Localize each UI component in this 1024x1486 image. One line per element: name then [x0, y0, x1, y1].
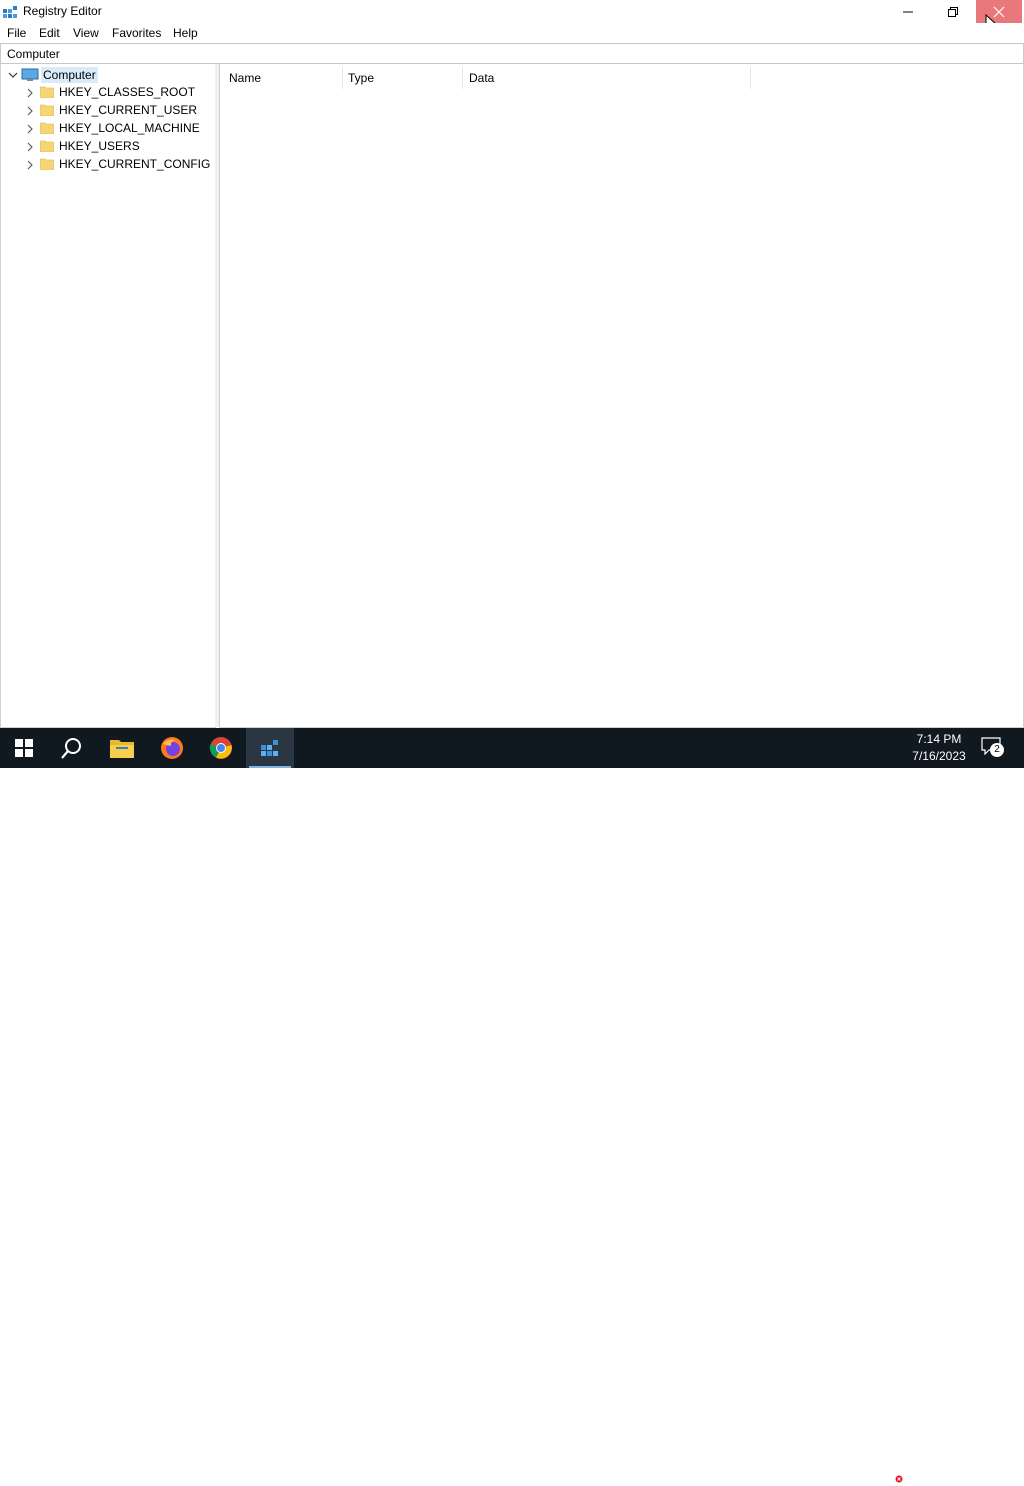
- menu-file[interactable]: File: [7, 26, 26, 40]
- column-header-type[interactable]: Type: [343, 64, 462, 90]
- chevron-right-icon[interactable]: [25, 142, 35, 152]
- firefox-button[interactable]: [148, 728, 196, 768]
- menu-help[interactable]: Help: [173, 26, 198, 40]
- windows-start-icon: [15, 739, 33, 757]
- file-explorer-button[interactable]: [98, 728, 146, 768]
- computer-icon: [21, 68, 39, 81]
- column-divider[interactable]: [750, 67, 751, 89]
- volume-muted-icon: [886, 1469, 903, 1483]
- search-button[interactable]: [48, 728, 96, 768]
- network-button[interactable]: [862, 1466, 880, 1486]
- action-center-button[interactable]: 2: [981, 737, 1005, 759]
- tree-node-hkey-users[interactable]: HKEY_USERS: [59, 139, 140, 153]
- registry-editor-icon: [261, 740, 278, 756]
- chevron-down-icon[interactable]: [8, 70, 18, 80]
- address-text: Computer: [7, 47, 60, 61]
- chevron-right-icon[interactable]: [25, 124, 35, 134]
- column-header-label: Name: [229, 71, 262, 85]
- chrome-icon: [209, 737, 232, 759]
- volume-button[interactable]: [886, 1466, 904, 1486]
- folder-icon: [40, 158, 54, 170]
- column-header-name[interactable]: Name: [220, 64, 342, 90]
- tree-node-hkey-local-machine[interactable]: HKEY_LOCAL_MACHINE: [59, 121, 200, 135]
- chevron-right-icon[interactable]: [25, 88, 35, 98]
- restore-icon: [948, 6, 958, 17]
- clock[interactable]: 7:14 PM 7/16/2023: [905, 731, 973, 765]
- tree-node-hkey-current-user[interactable]: HKEY_CURRENT_USER: [59, 103, 197, 117]
- show-hidden-icons-button[interactable]: [838, 1466, 856, 1486]
- menu-bar: File Edit View Favorites Help: [0, 23, 1024, 42]
- folder-icon: [40, 140, 54, 152]
- menu-favorites[interactable]: Favorites: [112, 26, 161, 40]
- registry-editor-icon: [3, 6, 17, 18]
- restore-button[interactable]: [930, 0, 976, 23]
- network-icon: [864, 1469, 878, 1483]
- firefox-icon: [161, 737, 183, 759]
- folder-icon: [40, 104, 54, 116]
- chevron-up-icon: [841, 1473, 853, 1480]
- values-list[interactable]: Name Type Data: [219, 64, 1024, 728]
- folder-icon: [40, 122, 54, 134]
- chevron-right-icon[interactable]: [25, 160, 35, 170]
- tree-node-hkey-classes-root[interactable]: HKEY_CLASSES_ROOT: [59, 85, 195, 99]
- close-button[interactable]: [976, 0, 1022, 23]
- clock-time: 7:14 PM: [916, 732, 962, 746]
- start-button[interactable]: [0, 728, 48, 768]
- menu-view[interactable]: View: [73, 26, 99, 40]
- key-tree[interactable]: Computer HKEY_CLASSES_ROOT HKEY_CURRENT_…: [0, 64, 216, 728]
- column-header-label: Data: [469, 71, 495, 85]
- column-header-label: Type: [348, 71, 375, 85]
- taskbar: 2: [0, 728, 1024, 1483]
- minimize-button[interactable]: [885, 0, 931, 23]
- clock-date: 7/16/2023: [912, 749, 966, 763]
- folder-icon: [40, 86, 54, 98]
- search-icon: [61, 738, 81, 759]
- file-explorer-icon: [110, 740, 134, 758]
- minimize-icon: [903, 11, 913, 12]
- window-title: Registry Editor: [23, 4, 102, 18]
- address-bar[interactable]: Computer: [0, 43, 1024, 64]
- menu-edit[interactable]: Edit: [39, 26, 60, 40]
- title-bar: Registry Editor: [0, 0, 1024, 34]
- chrome-button[interactable]: [197, 728, 245, 768]
- tree-node-hkey-current-config[interactable]: HKEY_CURRENT_CONFIG: [59, 157, 210, 171]
- chevron-right-icon[interactable]: [25, 106, 35, 116]
- registry-editor-taskbar-button[interactable]: [246, 728, 294, 768]
- column-header-data[interactable]: Data: [463, 64, 749, 90]
- tree-node-computer[interactable]: Computer: [41, 67, 98, 83]
- notification-count: 2: [990, 743, 1004, 757]
